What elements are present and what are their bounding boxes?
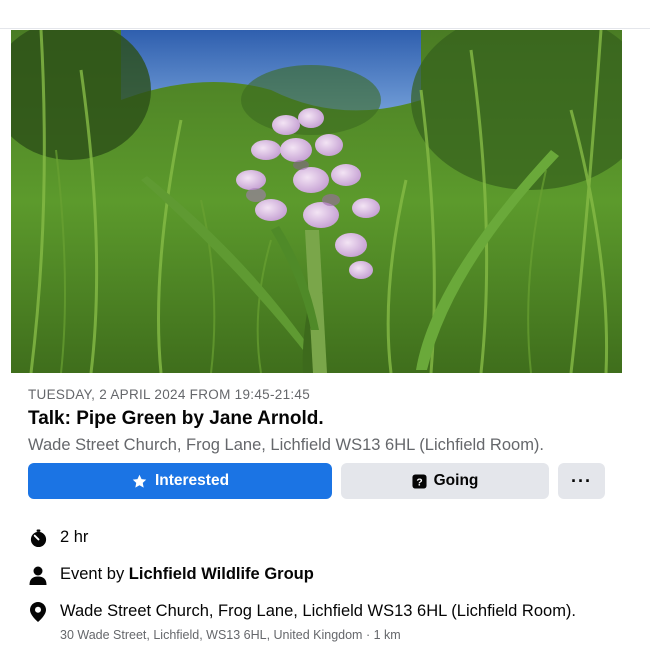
star-icon: [131, 473, 148, 490]
going-label: Going: [433, 472, 479, 489]
person-icon: [28, 565, 48, 585]
duration-text: 2 hr: [60, 528, 89, 546]
location-address: 30 Wade Street, Lichfield, WS13 6HL, Uni…: [60, 628, 401, 642]
interested-button[interactable]: Interested: [28, 463, 332, 499]
event-cover-photo[interactable]: [11, 30, 622, 373]
location-name-link[interactable]: Wade Street Church, Frog Lane, Lichfield…: [60, 602, 576, 621]
event-title: Talk: Pipe Green by Jane Arnold.: [28, 408, 324, 429]
map-pin-icon: [28, 602, 48, 622]
location-row: Wade Street Church, Frog Lane, Lichfield…: [28, 602, 576, 622]
host-prefix: Event by: [60, 565, 129, 583]
svg-text:?: ?: [416, 477, 422, 488]
host-name-link[interactable]: Lichfield Wildlife Group: [129, 565, 314, 583]
event-date-time: TUESDAY, 2 APRIL 2024 FROM 19:45-21:45: [28, 387, 311, 402]
stopwatch-icon: [28, 528, 48, 548]
top-divider: [0, 28, 650, 29]
going-button[interactable]: ? Going: [341, 463, 549, 499]
orchid-photo: [11, 30, 622, 373]
question-box-icon: ?: [412, 473, 427, 489]
event-location-summary[interactable]: Wade Street Church, Frog Lane, Lichfield…: [28, 436, 544, 455]
host-row: Event by Lichfield Wildlife Group: [28, 565, 314, 585]
more-label: ···: [571, 470, 592, 491]
duration-row: 2 hr: [28, 528, 88, 548]
interested-label: Interested: [154, 472, 230, 489]
more-options-button[interactable]: ···: [558, 463, 605, 499]
